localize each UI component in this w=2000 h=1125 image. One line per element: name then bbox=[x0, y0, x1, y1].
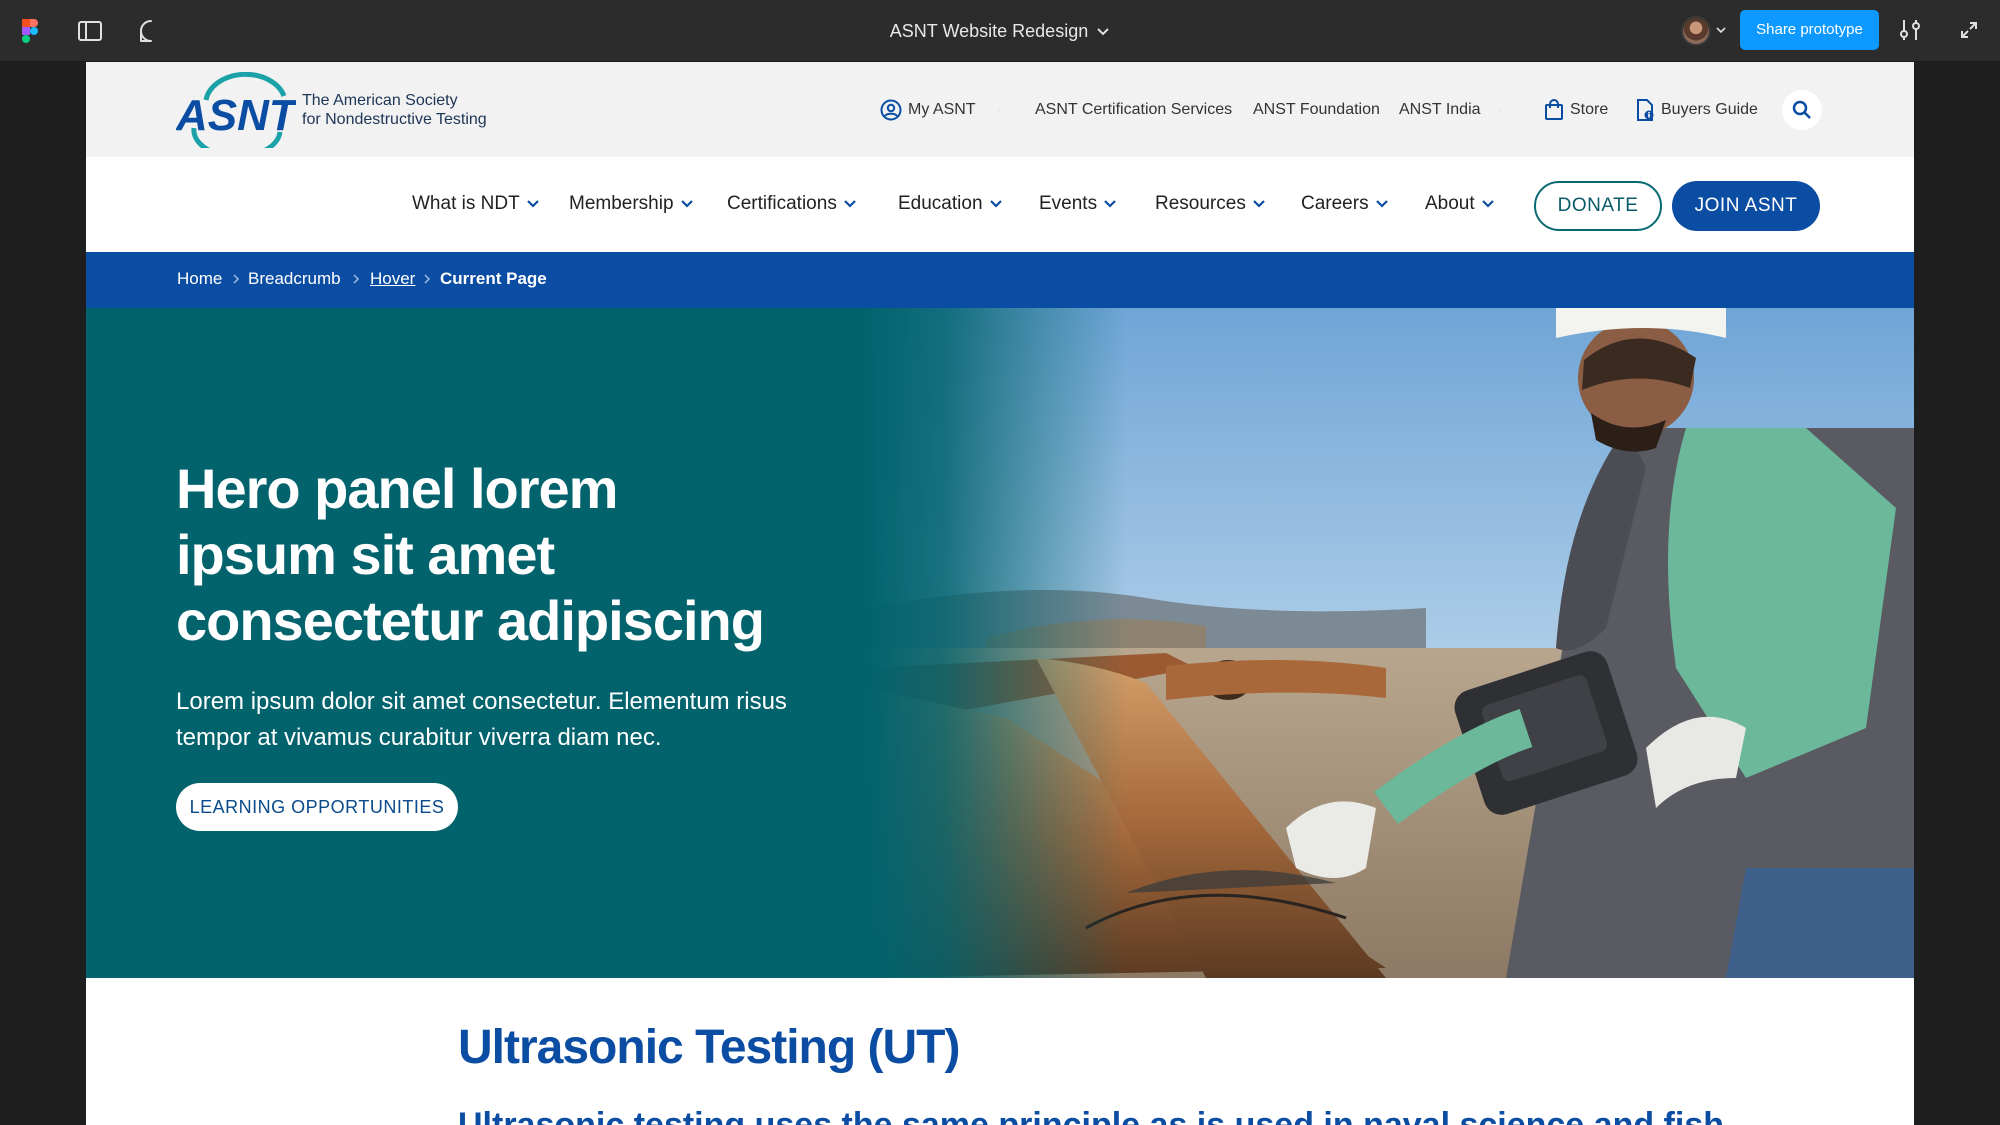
chevron-down-icon bbox=[526, 200, 539, 208]
main-navigation: What is NDT Membership Certifications Ed… bbox=[86, 157, 1914, 252]
breadcrumb: Home Breadcrumb Hover Current Page bbox=[86, 252, 1914, 308]
my-asnt-label: My ASNT bbox=[908, 101, 976, 118]
nav-events[interactable]: Events bbox=[1039, 190, 1116, 218]
nav-careers[interactable]: Careers bbox=[1301, 190, 1388, 218]
hero-gradient-overlay bbox=[866, 308, 1126, 978]
learning-opportunities-button[interactable]: LEARNING OPPORTUNITIES bbox=[176, 783, 458, 831]
chevron-down-icon bbox=[680, 200, 693, 208]
avatar[interactable] bbox=[1681, 16, 1711, 46]
share-prototype-button[interactable]: Share prototype bbox=[1740, 10, 1879, 50]
chevron-down-icon[interactable] bbox=[1716, 26, 1726, 34]
join-asnt-button[interactable]: JOIN ASNT bbox=[1672, 181, 1820, 231]
section-subtitle: Ultrasonic testing uses the same princip… bbox=[458, 1106, 1725, 1125]
logo-wordmark: ASNT bbox=[176, 91, 296, 140]
breadcrumb-item[interactable]: Breadcrumb bbox=[248, 269, 341, 289]
nav-about[interactable]: About bbox=[1425, 190, 1494, 218]
logo-line-1: The American Society bbox=[302, 92, 458, 109]
store-link[interactable]: Store bbox=[1544, 98, 1608, 122]
hero-subtitle: Lorem ipsum dolor sit amet consectetur. … bbox=[176, 688, 787, 751]
settings-sliders-icon[interactable] bbox=[1898, 18, 1922, 42]
chevron-down-icon[interactable] bbox=[1096, 27, 1110, 37]
section-title: Ultrasonic Testing (UT) bbox=[458, 1021, 960, 1074]
comment-icon[interactable] bbox=[139, 18, 163, 44]
hero-title: Hero panel lorem ipsum sit amet consecte… bbox=[176, 457, 765, 652]
search-icon bbox=[1792, 100, 1811, 119]
chevron-down-icon bbox=[844, 200, 856, 208]
chevron-right-icon bbox=[353, 274, 360, 284]
india-link[interactable]: ANST India bbox=[1399, 98, 1481, 122]
logo-line-2: for Nondestructive Testing bbox=[302, 111, 487, 128]
chevron-down-icon bbox=[1104, 200, 1116, 208]
breadcrumb-home[interactable]: Home bbox=[177, 269, 222, 289]
certification-services-link[interactable]: ASNT Certification Services bbox=[1035, 98, 1232, 122]
store-label: Store bbox=[1570, 101, 1609, 118]
nav-label: Certifications bbox=[727, 193, 837, 214]
figma-toolbar: ASNT Website Redesign Share prototype bbox=[0, 0, 2000, 62]
prototype-frame: ASNT The American Society for Nondestruc… bbox=[86, 62, 1914, 1125]
shopping-bag-icon bbox=[1545, 99, 1563, 120]
site-logo[interactable]: ASNT The American Society for Nondestruc… bbox=[176, 72, 526, 148]
nav-label: What is NDT bbox=[412, 193, 520, 214]
nav-label: Education bbox=[898, 193, 983, 214]
chevron-down-icon bbox=[1375, 200, 1388, 208]
expand-icon[interactable] bbox=[1959, 20, 1979, 40]
hero-panel: Hero panel lorem ipsum sit amet consecte… bbox=[86, 308, 1914, 978]
nav-label: About bbox=[1425, 193, 1475, 214]
content-section: Ultrasonic Testing (UT) Ultrasonic testi… bbox=[86, 978, 1914, 1125]
sidebar-toggle-icon[interactable] bbox=[78, 18, 102, 44]
nav-label: Events bbox=[1039, 193, 1098, 214]
foundation-link[interactable]: ANST Foundation bbox=[1253, 98, 1380, 122]
logo-text: The American Society for Nondestructive … bbox=[302, 91, 487, 129]
nav-education[interactable]: Education bbox=[898, 190, 1002, 218]
nav-label: Resources bbox=[1155, 193, 1246, 214]
my-asnt-link[interactable]: My ASNT bbox=[880, 98, 976, 122]
chevron-right-icon bbox=[424, 274, 431, 284]
chevron-down-icon bbox=[1253, 200, 1265, 208]
file-title-text[interactable]: ASNT Website Redesign bbox=[890, 21, 1088, 41]
breadcrumb-hover[interactable]: Hover bbox=[370, 269, 415, 289]
chevron-right-icon bbox=[233, 274, 240, 284]
utility-divider bbox=[998, 107, 1000, 113]
nav-label: Membership bbox=[569, 193, 674, 214]
donate-button[interactable]: DONATE bbox=[1534, 181, 1662, 231]
nav-certifications[interactable]: Certifications bbox=[727, 190, 856, 218]
breadcrumb-current: Current Page bbox=[440, 269, 547, 288]
nav-label: Careers bbox=[1301, 193, 1369, 214]
user-circle-icon bbox=[880, 99, 902, 121]
asnt-logo-mark: ASNT bbox=[176, 72, 296, 148]
chevron-down-icon bbox=[989, 200, 1002, 208]
document-info-icon bbox=[1637, 99, 1654, 121]
nav-what-is-ndt[interactable]: What is NDT bbox=[412, 190, 539, 218]
buyers-guide-label: Buyers Guide bbox=[1661, 101, 1758, 118]
figma-logo-icon[interactable] bbox=[22, 18, 38, 44]
chevron-down-icon bbox=[1481, 200, 1494, 208]
utility-divider bbox=[1499, 107, 1501, 113]
search-button[interactable] bbox=[1782, 90, 1822, 130]
utility-bar: ASNT The American Society for Nondestruc… bbox=[86, 62, 1914, 157]
nav-membership[interactable]: Membership bbox=[569, 190, 693, 218]
buyers-guide-link[interactable]: Buyers Guide bbox=[1635, 98, 1758, 122]
nav-resources[interactable]: Resources bbox=[1155, 190, 1265, 218]
